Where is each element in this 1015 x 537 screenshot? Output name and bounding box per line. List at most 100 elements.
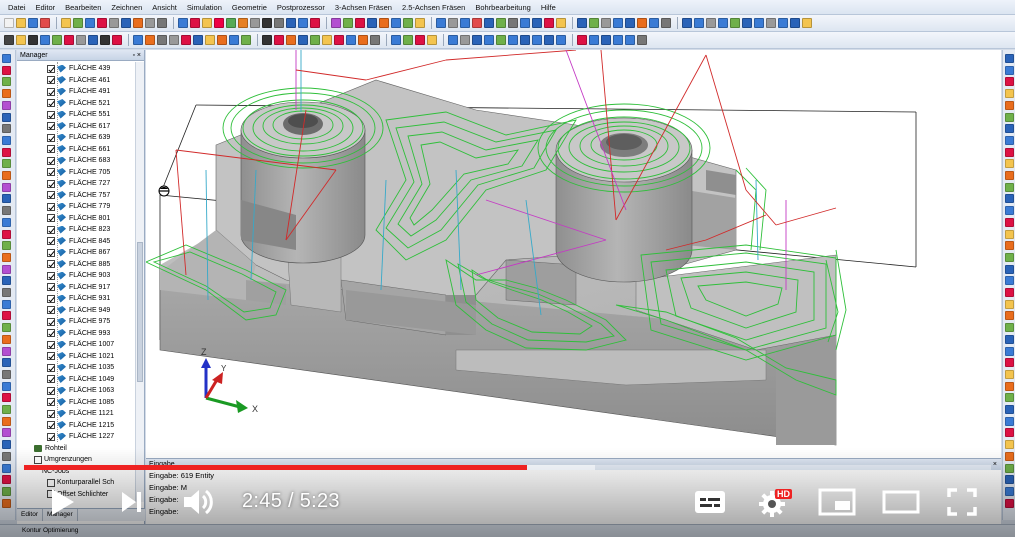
draw-tool-icon[interactable]	[2, 393, 11, 403]
view-tool-icon[interactable]	[217, 35, 227, 45]
checkbox-checked[interactable]	[47, 260, 55, 268]
view-tool-icon[interactable]	[334, 35, 344, 45]
view-tool-icon[interactable]	[346, 35, 356, 45]
main-tool-icon[interactable]	[790, 18, 800, 28]
snap-tool-icon[interactable]	[1005, 323, 1014, 333]
main-tool-icon[interactable]	[718, 18, 728, 28]
checkbox-checked[interactable]	[47, 64, 55, 73]
checkbox-checked[interactable]	[47, 133, 55, 142]
menu-item-ansicht[interactable]: Ansicht	[152, 3, 177, 12]
main-tool-icon[interactable]	[298, 18, 308, 28]
main-tool-icon[interactable]	[436, 18, 446, 28]
snap-tool-icon[interactable]	[1005, 393, 1014, 403]
checkbox-checked[interactable]	[47, 398, 55, 406]
view-tool-icon[interactable]	[370, 35, 380, 45]
checkbox-checked[interactable]	[47, 271, 55, 280]
main-tool-icon[interactable]	[97, 18, 107, 28]
draw-tool-icon[interactable]	[2, 334, 11, 344]
checkbox[interactable]	[34, 455, 42, 464]
view-tool-icon[interactable]	[391, 35, 401, 45]
draw-tool-icon[interactable]	[2, 89, 11, 99]
view-tool-icon[interactable]	[169, 35, 179, 45]
tree-item-face[interactable]: FLÄCHE 931	[47, 293, 110, 304]
draw-tool-icon[interactable]	[2, 252, 11, 262]
snap-tool-icon[interactable]	[1005, 252, 1014, 262]
view-tool-icon[interactable]	[613, 35, 623, 45]
view-tool-icon[interactable]	[241, 35, 251, 45]
main-tool-icon[interactable]	[661, 18, 671, 28]
snap-tool-icon[interactable]	[1005, 147, 1014, 157]
checkbox-checked[interactable]	[47, 340, 55, 349]
view-tool-icon[interactable]	[40, 35, 50, 45]
view-tool-icon[interactable]	[589, 35, 599, 45]
tree-item-face[interactable]: FLÄCHE 975	[47, 316, 110, 327]
next-button[interactable]	[118, 490, 144, 514]
view-tool-icon[interactable]	[100, 35, 110, 45]
main-tool-icon[interactable]	[133, 18, 143, 28]
snap-tool-icon[interactable]	[1005, 171, 1014, 180]
main-tool-icon[interactable]	[178, 18, 188, 28]
checkbox-checked[interactable]	[47, 76, 55, 84]
checkbox-checked[interactable]	[47, 110, 55, 119]
view-tool-icon[interactable]	[262, 35, 272, 45]
checkbox-checked[interactable]	[47, 329, 55, 337]
draw-tool-icon[interactable]	[2, 241, 11, 251]
main-tool-icon[interactable]	[157, 18, 167, 28]
view-tool-icon[interactable]	[112, 35, 122, 45]
main-tool-icon[interactable]	[379, 18, 389, 28]
tree-item-face[interactable]: FLÄCHE 1049	[47, 374, 114, 385]
view-tool-icon[interactable]	[193, 35, 203, 45]
main-tool-icon[interactable]	[778, 18, 788, 28]
main-tool-icon[interactable]	[460, 18, 470, 28]
main-tool-icon[interactable]	[202, 18, 212, 28]
draw-tool-icon[interactable]	[2, 346, 11, 356]
checkbox-checked[interactable]	[47, 122, 55, 130]
main-tool-icon[interactable]	[4, 18, 14, 28]
view-tool-icon[interactable]	[274, 35, 284, 45]
snap-tool-icon[interactable]	[1005, 89, 1014, 99]
snap-tool-icon[interactable]	[1005, 405, 1014, 414]
checkbox-checked[interactable]	[47, 386, 55, 395]
tree-item-face[interactable]: FLÄCHE 823	[47, 224, 110, 235]
snap-tool-icon[interactable]	[1005, 299, 1014, 309]
tree-item-face[interactable]: FLÄCHE 1063	[47, 385, 114, 396]
draw-tool-icon[interactable]	[2, 159, 11, 169]
tree-item-face[interactable]: FLÄCHE 1035	[47, 362, 114, 373]
tree-item-face[interactable]: FLÄCHE 779	[47, 201, 110, 212]
draw-tool-icon[interactable]	[2, 369, 11, 379]
main-tool-icon[interactable]	[754, 18, 764, 28]
checkbox-checked[interactable]	[47, 375, 55, 383]
main-tool-icon[interactable]	[391, 18, 401, 28]
snap-tool-icon[interactable]	[1005, 182, 1014, 192]
snap-tool-icon[interactable]	[1005, 54, 1014, 63]
main-tool-icon[interactable]	[577, 18, 587, 28]
checkbox-checked[interactable]	[47, 99, 55, 107]
main-tool-icon[interactable]	[403, 18, 413, 28]
main-tool-icon[interactable]	[601, 18, 611, 28]
view-tool-icon[interactable]	[532, 35, 542, 45]
view-tool-icon[interactable]	[448, 35, 458, 45]
main-tool-icon[interactable]	[250, 18, 260, 28]
main-tool-icon[interactable]	[262, 18, 272, 28]
main-tool-icon[interactable]	[190, 18, 200, 28]
main-tool-icon[interactable]	[310, 18, 320, 28]
view-tool-icon[interactable]	[472, 35, 482, 45]
snap-tool-icon[interactable]	[1005, 463, 1014, 473]
tree-item-face[interactable]: FLÄCHE 885	[47, 259, 110, 270]
draw-tool-icon[interactable]	[2, 358, 11, 368]
menu-item-postprozessor[interactable]: Postprozessor	[277, 3, 325, 12]
view-tool-icon[interactable]	[403, 35, 413, 45]
menu-item-geometrie[interactable]: Geometrie	[232, 3, 267, 12]
tree-item-face[interactable]: FLÄCHE 1227	[47, 431, 114, 442]
draw-tool-icon[interactable]	[2, 440, 11, 450]
view-tool-icon[interactable]	[64, 35, 74, 45]
view-tool-icon[interactable]	[508, 35, 518, 45]
main-tool-icon[interactable]	[625, 18, 635, 28]
view-tool-icon[interactable]	[133, 35, 143, 45]
snap-tool-icon[interactable]	[1005, 124, 1014, 134]
main-tool-icon[interactable]	[520, 18, 530, 28]
view-tool-icon[interactable]	[145, 35, 155, 45]
subtitles-button[interactable]	[693, 489, 727, 515]
draw-tool-icon[interactable]	[2, 112, 11, 122]
view-tool-icon[interactable]	[601, 35, 611, 45]
